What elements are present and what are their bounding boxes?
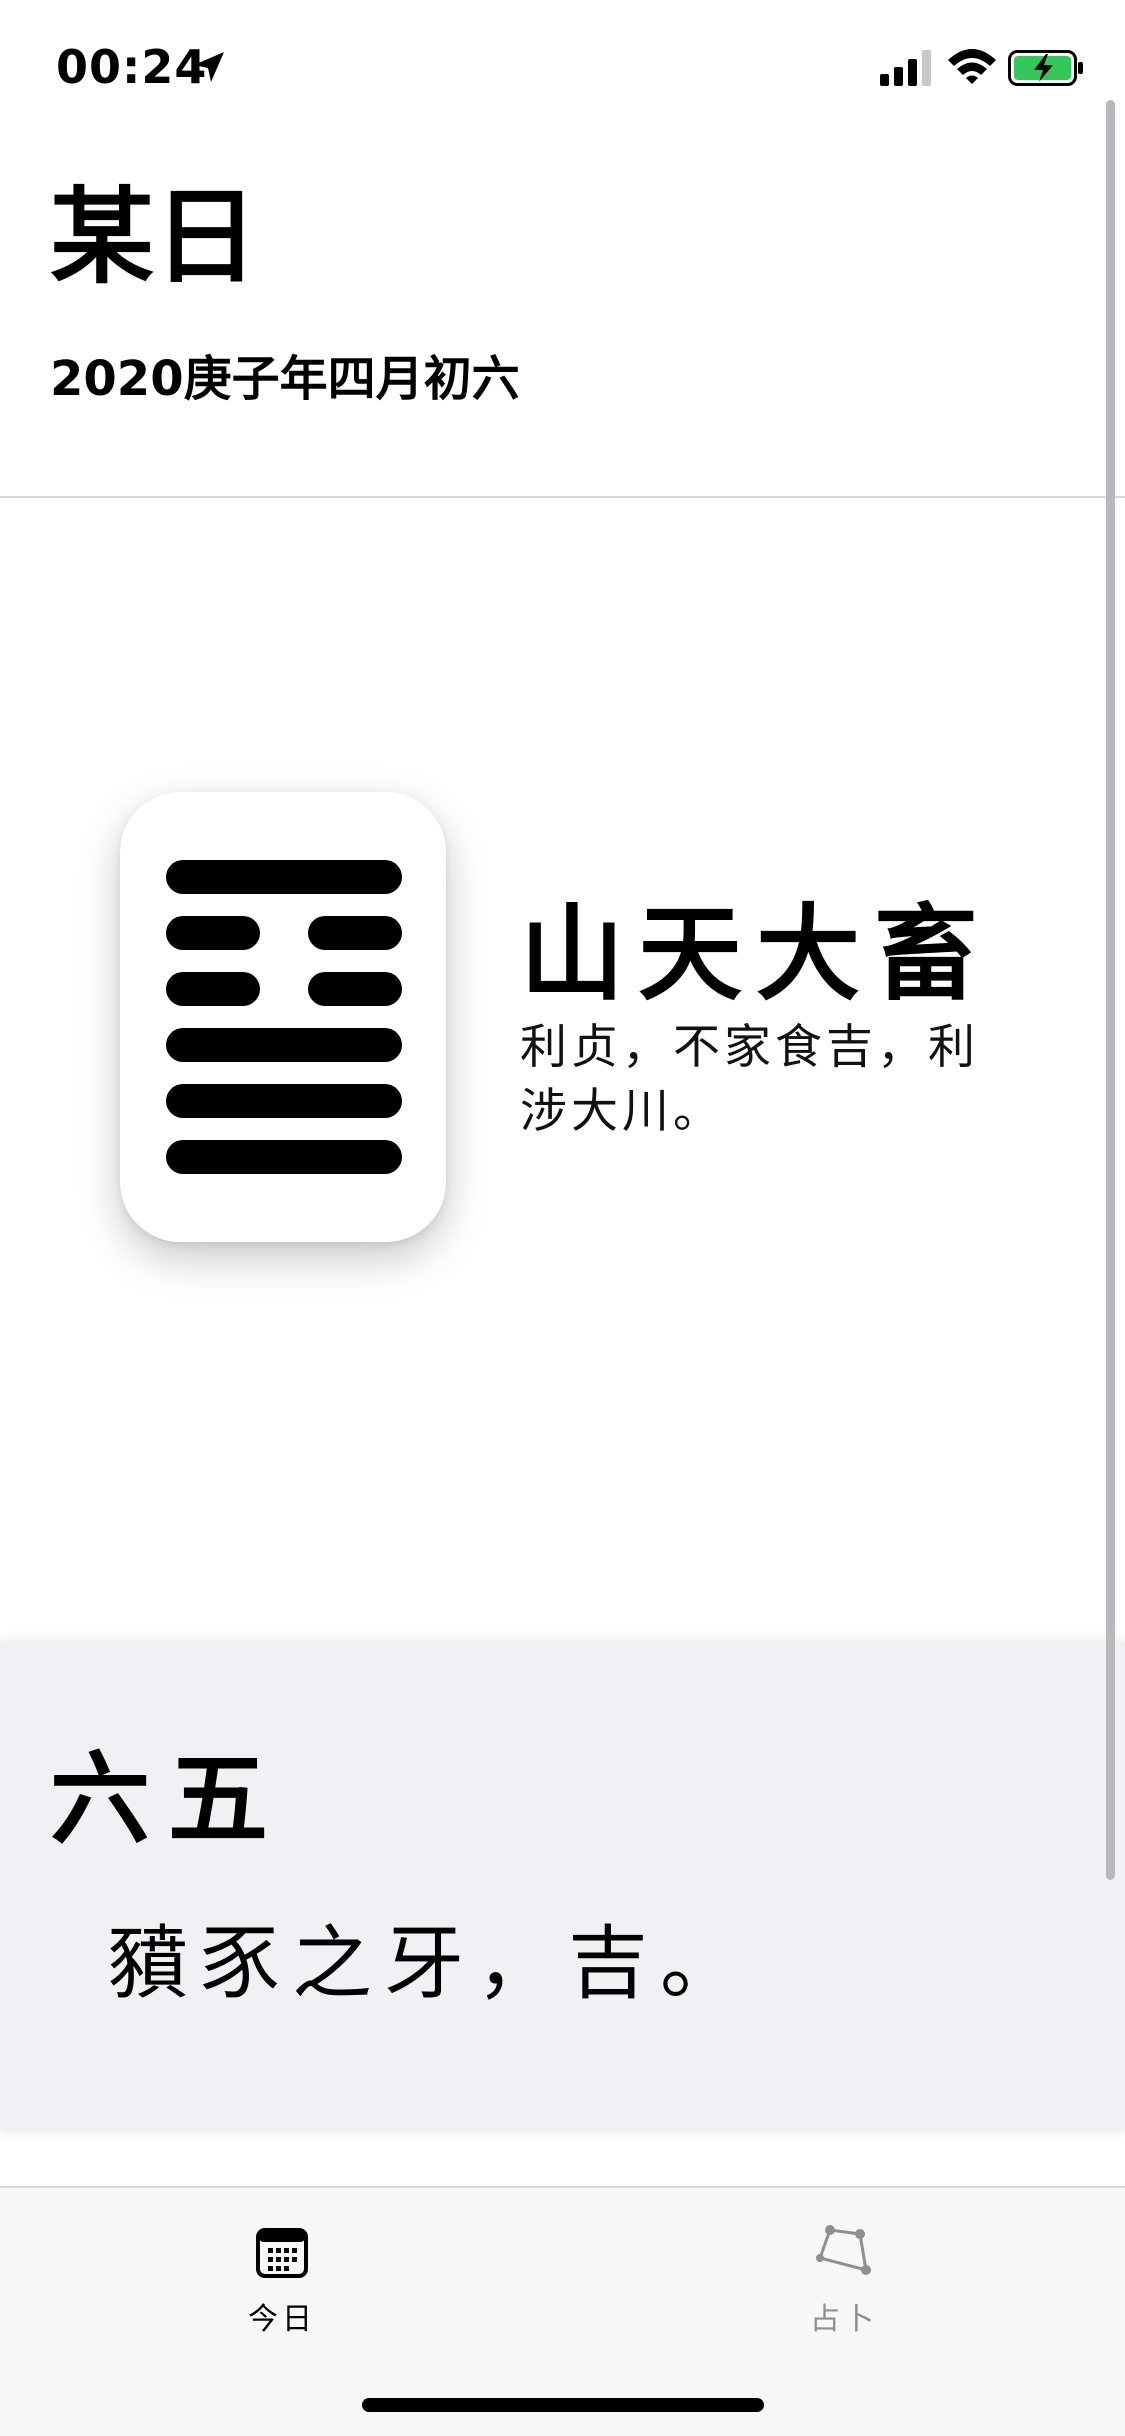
tab-label-today: 今日 (248, 2302, 316, 2337)
line-detail-panel: 六五 豶豕之牙，吉。 (0, 1642, 1125, 2130)
header-divider (0, 496, 1125, 498)
signal-icon (880, 50, 931, 86)
divination-icon (816, 2225, 871, 2275)
status-time: 00:24 (56, 40, 208, 94)
scroll-indicator[interactable] (1106, 100, 1115, 1880)
home-indicator (362, 2398, 764, 2412)
tab-divination[interactable]: 占卜 (694, 2188, 994, 2358)
page-title: 某日 (50, 176, 259, 298)
wifi-icon (948, 49, 996, 84)
line-text: 豶豕之牙，吉。 (108, 1917, 752, 2010)
hexagram-name: 山天大畜 (520, 893, 993, 1015)
hexagram-line-yin-right (308, 916, 402, 950)
hexagram-line-yang (166, 1028, 402, 1062)
hexagram-line-yin-right (308, 972, 402, 1006)
hexagram-judgment: 利贞，不家食吉，利涉大川。 (520, 1020, 979, 1139)
lunar-date: 2020庚子年四月初六 (50, 351, 520, 407)
location-arrow-icon (194, 52, 224, 82)
hexagram-line-yang (166, 860, 402, 894)
hexagram-line-yang (166, 1140, 402, 1174)
hexagram-line-yang (166, 1084, 402, 1118)
tab-today[interactable]: 今日 (132, 2188, 432, 2358)
hexagram-line-yin-left (166, 916, 260, 950)
hexagram-line-yin-left (166, 972, 260, 1006)
battery-charging-icon (1008, 50, 1083, 86)
line-position: 六五 (50, 1741, 286, 1858)
calendar-icon (256, 2228, 308, 2278)
app-screen: 00:24 某日 2020庚子年四月初六 山天大畜 利贞，不家食吉，利涉大川。 … (0, 0, 1125, 2436)
tab-label-divination: 占卜 (810, 2302, 878, 2337)
status-bar: 00:24 (0, 0, 1125, 132)
hexagram-card[interactable] (120, 792, 446, 1242)
